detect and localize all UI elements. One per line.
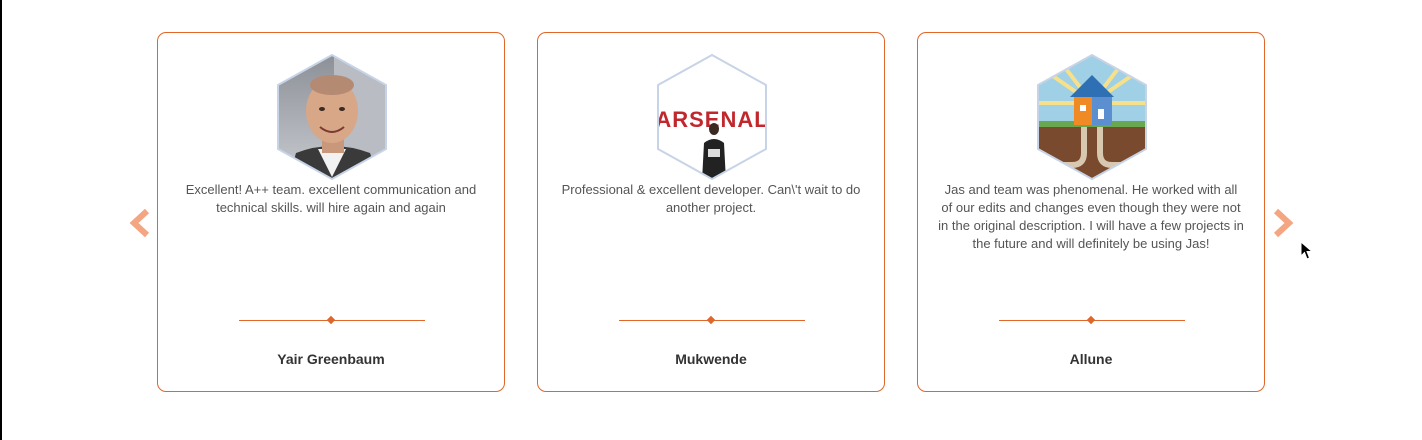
testimonial-author: Allune [1069,351,1113,367]
diamond-icon [326,315,336,325]
carousel-prev-button[interactable] [127,207,153,239]
diamond-icon [706,315,716,325]
divider [619,315,805,326]
diamond-icon [1086,315,1096,325]
chevron-left-icon [129,208,150,238]
testimonial-card: Excellent! A++ team. excellent communica… [157,32,505,392]
testimonial-author: Yair Greenbaum [277,351,385,367]
testimonial-author: Mukwende [675,351,747,367]
testimonial-card: ARSENAL Professional & excellent develop… [537,32,885,392]
avatar [1034,53,1150,181]
mouse-cursor-icon [1300,240,1314,261]
testimonial-quote: Jas and team was phenomenal. He worked w… [938,182,1244,251]
divider [239,315,425,326]
avatar [274,53,390,181]
testimonial-card: Jas and team was phenomenal. He worked w… [917,32,1265,392]
testimonial-quote: Excellent! A++ team. excellent communica… [185,182,477,215]
chevron-right-icon [1273,208,1294,238]
avatar: ARSENAL [654,53,770,181]
divider [999,315,1185,326]
testimonial-quote: Professional & excellent developer. Can\… [561,182,861,215]
carousel-next-button[interactable] [1270,207,1296,239]
testimonial-carousel: Excellent! A++ team. excellent communica… [0,0,1422,440]
